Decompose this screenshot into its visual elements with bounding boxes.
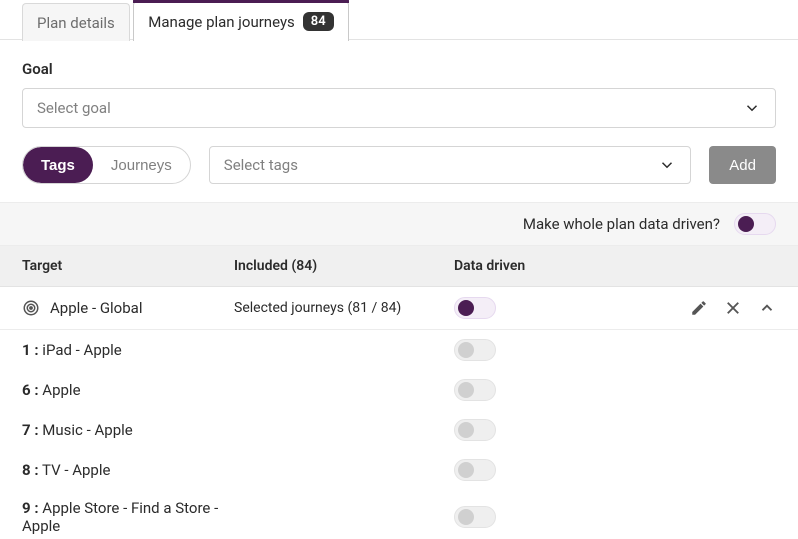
close-icon[interactable]	[724, 299, 742, 317]
journey-target: 6 : Apple	[22, 381, 234, 399]
group-included: Selected journeys (81 / 84)	[234, 300, 454, 316]
segment-control: Tags Journeys	[22, 146, 191, 184]
tab-plan-details[interactable]: Plan details	[22, 3, 130, 41]
group-actions	[666, 299, 776, 317]
tags-select[interactable]: Select tags	[209, 146, 692, 184]
filter-row: Tags Journeys Select tags Add	[0, 128, 798, 202]
toggle-knob	[738, 216, 754, 232]
chevron-down-icon	[658, 156, 676, 174]
journey-target: 7 : Music - Apple	[22, 421, 234, 439]
toggle-knob	[458, 462, 474, 478]
goal-section: Goal Select goal	[0, 40, 798, 128]
journey-toggle[interactable]	[454, 379, 496, 401]
tab-manage-journeys[interactable]: Manage plan journeys 84	[133, 1, 348, 41]
tab-badge: 84	[303, 12, 334, 31]
col-included: Included (84)	[234, 258, 454, 274]
target-icon	[22, 299, 40, 317]
group-target: Apple - Global	[22, 299, 234, 317]
journey-index: 7 :	[22, 421, 39, 439]
journey-index: 9 :	[22, 499, 39, 517]
journey-toggle[interactable]	[454, 459, 496, 481]
col-data-driven: Data driven	[454, 258, 666, 274]
data-driven-bar: Make whole plan data driven?	[0, 202, 798, 246]
chevron-down-icon	[743, 99, 761, 117]
journey-target: 9 : Apple Store - Find a Store - Apple	[22, 499, 234, 535]
segment-journeys[interactable]: Journeys	[93, 147, 190, 183]
col-target: Target	[22, 258, 234, 274]
table-header: Target Included (84) Data driven	[0, 246, 798, 287]
journey-row: 6 : Apple	[0, 370, 798, 410]
journey-name: TV - Apple	[42, 461, 110, 479]
add-button[interactable]: Add	[709, 146, 776, 184]
goal-placeholder: Select goal	[37, 99, 111, 117]
group-row: Apple - Global Selected journeys (81 / 8…	[0, 287, 798, 330]
plan-data-driven-toggle[interactable]	[734, 213, 776, 235]
toggle-knob	[458, 300, 474, 316]
edit-icon[interactable]	[690, 299, 708, 317]
journey-name: Music - Apple	[42, 421, 132, 439]
journey-index: 8 :	[22, 461, 39, 479]
goal-label: Goal	[22, 60, 776, 78]
data-driven-label: Make whole plan data driven?	[523, 215, 720, 233]
journey-row: 7 : Music - Apple	[0, 410, 798, 450]
journey-row: 9 : Apple Store - Find a Store - Apple	[0, 490, 798, 539]
toggle-knob	[458, 382, 474, 398]
tags-placeholder: Select tags	[224, 156, 298, 174]
toggle-knob	[458, 342, 474, 358]
journey-name: iPad - Apple	[42, 341, 121, 359]
toggle-knob	[458, 509, 474, 525]
journey-target: 8 : TV - Apple	[22, 461, 234, 479]
toggle-knob	[458, 422, 474, 438]
journey-row: 1 : iPad - Apple	[0, 330, 798, 370]
journey-toggle[interactable]	[454, 339, 496, 361]
group-name: Apple - Global	[50, 299, 142, 317]
tab-label: Manage plan journeys	[148, 13, 295, 31]
tab-bar: Plan details Manage plan journeys 84	[0, 0, 798, 40]
group-data-driven-toggle[interactable]	[454, 297, 496, 319]
journey-row: 8 : TV - Apple	[0, 450, 798, 490]
journey-index: 6 :	[22, 381, 39, 399]
tab-label: Plan details	[37, 14, 115, 32]
segment-tags[interactable]: Tags	[23, 147, 93, 183]
chevron-up-icon[interactable]	[758, 299, 776, 317]
journey-index: 1 :	[22, 341, 39, 359]
journey-target: 1 : iPad - Apple	[22, 341, 234, 359]
journey-toggle[interactable]	[454, 419, 496, 441]
goal-select[interactable]: Select goal	[22, 88, 776, 128]
journey-name: Apple	[42, 381, 80, 399]
journey-name: Apple Store - Find a Store - Apple	[22, 499, 218, 535]
journey-toggle[interactable]	[454, 506, 496, 528]
